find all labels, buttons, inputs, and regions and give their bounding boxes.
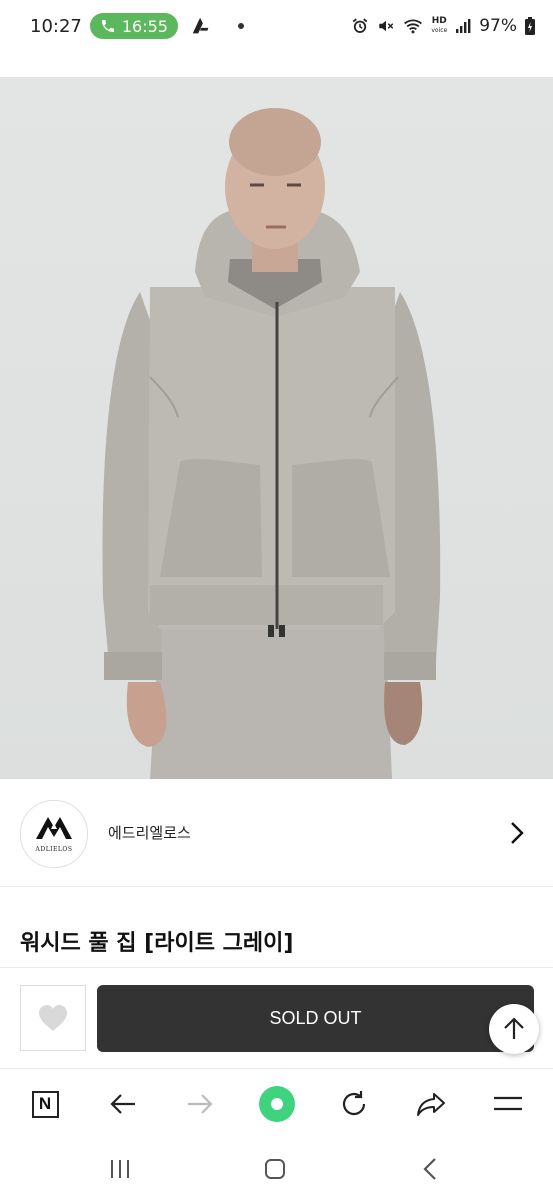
green-dot-button[interactable]: [259, 1086, 295, 1122]
wifi-icon: [404, 19, 423, 34]
signal-icon: [456, 19, 471, 33]
green-dot-icon: [259, 1086, 295, 1122]
alarm-icon: [353, 18, 368, 33]
status-icons: HD voice 97%: [351, 16, 535, 36]
brand-logo-text: ADLIELOS: [35, 846, 73, 853]
notification-dot: [237, 23, 244, 29]
forward-arrow-icon: [188, 1094, 213, 1114]
back-icon: [423, 1158, 436, 1180]
call-duration: 16:55: [121, 16, 168, 36]
forward-button[interactable]: [182, 1086, 218, 1122]
refresh-icon: [342, 1091, 366, 1116]
home-button[interactable]: [262, 1156, 288, 1182]
status-clock: 10:27: [30, 15, 82, 37]
browser-home-button[interactable]: N: [27, 1086, 63, 1122]
arrow-up-icon: [504, 1017, 524, 1039]
browser-toolbar: N: [0, 1068, 553, 1139]
refresh-button[interactable]: [336, 1086, 372, 1122]
recents-icon: [111, 1160, 129, 1178]
hd-voice-indicator: HD voice: [431, 17, 447, 35]
brand-name[interactable]: 에드리엘로스: [108, 822, 191, 843]
menu-button[interactable]: [490, 1086, 526, 1122]
phone-icon: [101, 20, 114, 32]
mute-icon: [379, 20, 394, 32]
ongoing-call-pill[interactable]: 16:55: [89, 13, 178, 39]
battery-icon: [525, 17, 535, 35]
heart-icon: [39, 1005, 67, 1031]
wishlist-button[interactable]: [20, 985, 86, 1051]
product-photo: [0, 77, 553, 779]
menu-icon: [494, 1096, 522, 1111]
back-button[interactable]: [105, 1086, 141, 1122]
scroll-to-top-button[interactable]: [489, 1004, 539, 1054]
naver-home-icon: N: [31, 1090, 59, 1118]
hd-label: HD: [431, 16, 447, 26]
sold-out-button[interactable]: SOLD OUT: [97, 985, 534, 1052]
brand-row[interactable]: ADLIELOS 에드리엘로스: [0, 780, 553, 887]
system-back-button[interactable]: [417, 1156, 443, 1182]
brand-mark-icon: [36, 817, 72, 839]
share-icon: [417, 1093, 445, 1116]
chevron-right-icon[interactable]: [507, 820, 527, 846]
product-image[interactable]: [0, 77, 553, 779]
app-icon: [192, 17, 209, 34]
status-bar: 10:27 16:55 HD voice 97%: [0, 0, 553, 52]
brand-logo[interactable]: ADLIELOS: [20, 800, 88, 868]
product-title-row: 워시드 풀 집 [라이트 그레이]: [0, 887, 553, 968]
product-title: 워시드 풀 집 [라이트 그레이]: [20, 931, 294, 956]
home-icon: [265, 1159, 285, 1179]
system-nav-bar: [0, 1138, 553, 1200]
back-arrow-icon: [110, 1094, 135, 1114]
voice-label: voice: [431, 27, 448, 34]
share-button[interactable]: [413, 1086, 449, 1122]
battery-percent: 97%: [479, 16, 517, 36]
recents-button[interactable]: [107, 1156, 133, 1182]
